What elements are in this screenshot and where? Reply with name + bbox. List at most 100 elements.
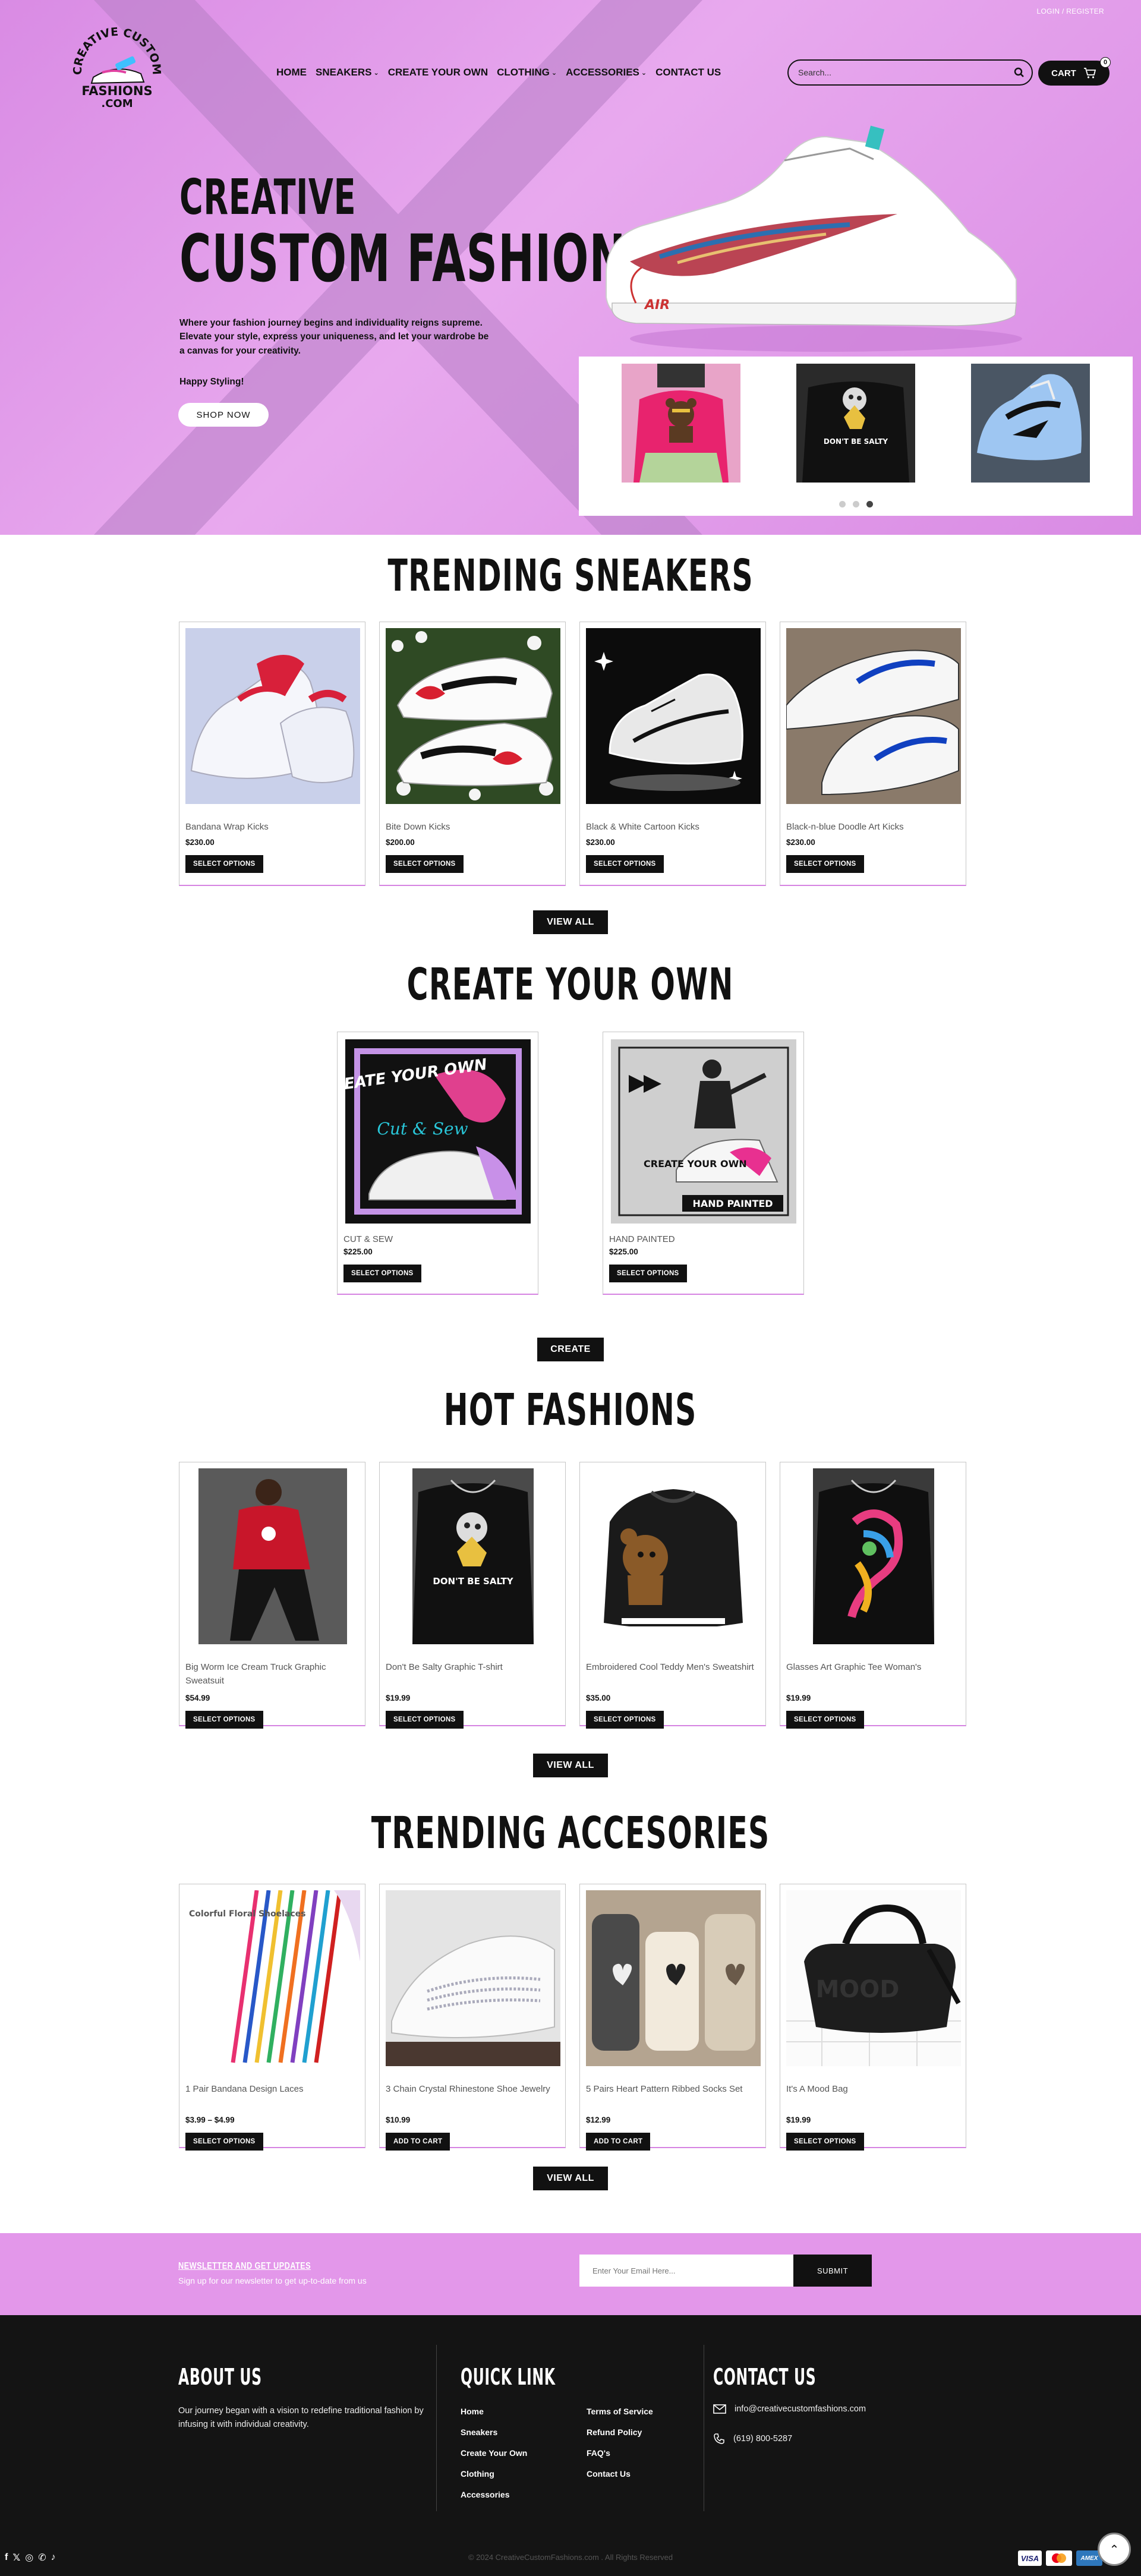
product-name[interactable]: It's A Mood Bag xyxy=(786,2082,959,2096)
footer-link-home[interactable]: Home xyxy=(461,2407,484,2416)
product-image-mood-bag[interactable]: MOOD xyxy=(786,1890,961,2066)
product-image-rhinestone-jewelry[interactable] xyxy=(386,1890,560,2066)
footer-link-clothing[interactable]: Clothing xyxy=(461,2469,494,2479)
hero-title-line1: CREATIVE xyxy=(179,169,357,226)
footer-link-contact[interactable]: Contact Us xyxy=(587,2469,631,2479)
select-options-button[interactable]: SELECT OPTIONS xyxy=(786,2133,864,2151)
view-all-accessories-button[interactable]: VIEW ALL xyxy=(533,2167,608,2190)
product-image-doodle-kicks[interactable] xyxy=(786,628,961,804)
footer-divider xyxy=(436,2345,437,2511)
footer-link-terms[interactable]: Terms of Service xyxy=(587,2407,653,2416)
product-image-heart-socks[interactable] xyxy=(586,1890,761,2066)
copyright-text: © 2024 CreativeCustomFashions.com . All … xyxy=(468,2553,673,2562)
product-name[interactable]: Bite Down Kicks xyxy=(386,820,558,834)
product-card[interactable]: CREATE YOUR OWN HAND PAINTED HAND PAINTE… xyxy=(603,1032,804,1295)
product-card[interactable]: Embroidered Cool Teddy Men's Sweatshirt … xyxy=(579,1462,766,1729)
nav-home[interactable]: HOME xyxy=(276,67,307,78)
create-button[interactable]: CREATE xyxy=(537,1338,604,1361)
search-icon[interactable] xyxy=(1014,67,1025,78)
product-name[interactable]: Don't Be Salty Graphic T-shirt xyxy=(386,1660,558,1674)
carousel-dot-3[interactable] xyxy=(866,501,873,507)
product-name[interactable]: Black & White Cartoon Kicks xyxy=(586,820,758,834)
product-card[interactable]: 3 Chain Crystal Rhinestone Shoe Jewelry … xyxy=(379,1884,566,2151)
footer-email-row[interactable]: info@creativecustomfashions.com xyxy=(713,2404,866,2414)
select-options-button[interactable]: SELECT OPTIONS xyxy=(386,855,464,873)
newsletter-submit-button[interactable]: SUBMIT xyxy=(793,2255,872,2287)
carousel-dot-1[interactable] xyxy=(839,501,846,507)
back-to-top-button[interactable]: ⌃ xyxy=(1098,2533,1131,2566)
product-image-bandana-kicks[interactable] xyxy=(185,628,360,804)
nav-accessories[interactable]: ACCESSORIES ⌄ xyxy=(566,67,647,78)
select-options-button[interactable]: SELECT OPTIONS xyxy=(786,1711,864,1729)
select-options-button[interactable]: SELECT OPTIONS xyxy=(586,1711,664,1729)
product-card[interactable]: Big Worm Ice Cream Truck Graphic Sweatsu… xyxy=(179,1462,365,1729)
select-options-button[interactable]: SELECT OPTIONS xyxy=(185,1711,263,1729)
add-to-cart-button[interactable]: ADD TO CART xyxy=(386,2133,450,2151)
product-name[interactable]: Glasses Art Graphic Tee Woman's xyxy=(786,1660,959,1674)
product-image-bandana-laces[interactable]: Colorful Floral Shoelaces xyxy=(185,1890,360,2066)
product-card[interactable]: DON'T BE SALTY Don't Be Salty Graphic T-… xyxy=(379,1462,566,1729)
product-name[interactable]: 1 Pair Bandana Design Laces xyxy=(185,2082,358,2096)
product-price: $19.99 xyxy=(386,1694,411,1702)
carousel-slide-teddy-hoodie[interactable] xyxy=(622,364,740,483)
product-card[interactable]: MOOD It's A Mood Bag $19.99 SELECT OPTIO… xyxy=(780,1884,966,2151)
select-options-button[interactable]: SELECT OPTIONS xyxy=(786,855,864,873)
product-card[interactable]: Black & White Cartoon Kicks $230.00 SELE… xyxy=(579,622,766,886)
site-logo[interactable]: CREATIVE CUSTOM FASHIONS .COM xyxy=(67,25,168,114)
product-image-dont-be-salty-tee[interactable]: DON'T BE SALTY xyxy=(386,1468,560,1644)
nav-sneakers[interactable]: SNEAKERS ⌄ xyxy=(316,67,379,78)
select-options-button[interactable]: SELECT OPTIONS xyxy=(386,1711,464,1729)
product-card[interactable]: CREATE YOUR OWN Cut & Sew CUT & SEW $225… xyxy=(337,1032,538,1295)
footer-link-accessories[interactable]: Accessories xyxy=(461,2490,510,2499)
footer-phone-row[interactable]: (619) 800-5287 xyxy=(713,2433,792,2445)
view-all-fashions-button[interactable]: VIEW ALL xyxy=(533,1754,608,1777)
search-input[interactable] xyxy=(798,68,1014,77)
product-card[interactable]: 5 Pairs Heart Pattern Ribbed Socks Set $… xyxy=(579,1884,766,2151)
nav-create-your-own[interactable]: CREATE YOUR OWN xyxy=(388,67,488,78)
select-options-button[interactable]: SELECT OPTIONS xyxy=(609,1265,687,1282)
product-name[interactable]: 5 Pairs Heart Pattern Ribbed Socks Set xyxy=(586,2082,758,2096)
footer-link-sneakers[interactable]: Sneakers xyxy=(461,2427,497,2437)
trending-sneakers-title: TRENDING SNEAKERS xyxy=(387,550,754,601)
product-image-cut-and-sew[interactable]: CREATE YOUR OWN Cut & Sew xyxy=(345,1039,531,1224)
add-to-cart-button[interactable]: ADD TO CART xyxy=(586,2133,651,2151)
product-image-cartoon-kicks[interactable] xyxy=(586,628,761,804)
select-options-button[interactable]: SELECT OPTIONS xyxy=(343,1265,421,1282)
product-name[interactable]: Black-n-blue Doodle Art Kicks xyxy=(786,820,959,834)
product-card[interactable]: Glasses Art Graphic Tee Woman's $19.99 S… xyxy=(780,1462,966,1729)
nav-contact-us[interactable]: CONTACT US xyxy=(655,67,721,78)
footer-email[interactable]: info@creativecustomfashions.com xyxy=(735,2404,866,2414)
carousel-slide-blue-sneaker[interactable] xyxy=(971,364,1090,483)
footer-link-create-your-own[interactable]: Create Your Own xyxy=(461,2448,527,2458)
product-name[interactable]: Big Worm Ice Cream Truck Graphic Sweatsu… xyxy=(185,1660,358,1688)
product-name[interactable]: 3 Chain Crystal Rhinestone Shoe Jewelry xyxy=(386,2082,558,2096)
footer-phone[interactable]: (619) 800-5287 xyxy=(733,2434,792,2443)
newsletter-email-input[interactable] xyxy=(579,2255,793,2287)
select-options-button[interactable]: SELECT OPTIONS xyxy=(185,2133,263,2151)
view-all-sneakers-button[interactable]: VIEW ALL xyxy=(533,910,608,934)
product-card[interactable]: Colorful Floral Shoelaces 1 Pair Bandana… xyxy=(179,1884,365,2151)
product-card[interactable]: Black-n-blue Doodle Art Kicks $230.00 SE… xyxy=(780,622,966,886)
footer-link-faqs[interactable]: FAQ's xyxy=(587,2448,610,2458)
product-name[interactable]: CUT & SEW xyxy=(343,1232,516,1246)
product-name[interactable]: Bandana Wrap Kicks xyxy=(185,820,358,834)
carousel-dot-2[interactable] xyxy=(852,501,859,507)
product-card[interactable]: Bandana Wrap Kicks $230.00 SELECT OPTION… xyxy=(179,622,365,886)
select-options-button[interactable]: SELECT OPTIONS xyxy=(586,855,664,873)
trending-sneakers-section: TRENDING SNEAKERS Bandana Wrap Kicks $23… xyxy=(0,535,1141,934)
shop-now-button[interactable]: SHOP NOW xyxy=(178,403,269,427)
select-options-button[interactable]: SELECT OPTIONS xyxy=(185,855,263,873)
product-image-teddy-sweatshirt[interactable] xyxy=(586,1468,761,1644)
product-image-big-worm-sweatsuit[interactable] xyxy=(185,1468,360,1644)
product-image-bite-down-kicks[interactable] xyxy=(386,628,560,804)
product-card[interactable]: Bite Down Kicks $200.00 SELECT OPTIONS xyxy=(379,622,566,886)
footer-link-refund[interactable]: Refund Policy xyxy=(587,2427,642,2437)
product-image-glasses-art-tee[interactable] xyxy=(786,1468,961,1644)
carousel-slide-dont-be-salty-tee[interactable]: DON'T BE SALTY xyxy=(796,364,915,483)
login-register-link[interactable]: LOGIN / REGISTER xyxy=(1037,7,1105,15)
product-name[interactable]: HAND PAINTED xyxy=(609,1232,781,1246)
product-image-hand-painted[interactable]: CREATE YOUR OWN HAND PAINTED xyxy=(611,1039,796,1224)
cart-button[interactable]: CART 0 xyxy=(1038,57,1111,86)
nav-clothing[interactable]: CLOTHING ⌄ xyxy=(497,67,557,78)
product-name[interactable]: Embroidered Cool Teddy Men's Sweatshirt xyxy=(586,1660,758,1674)
